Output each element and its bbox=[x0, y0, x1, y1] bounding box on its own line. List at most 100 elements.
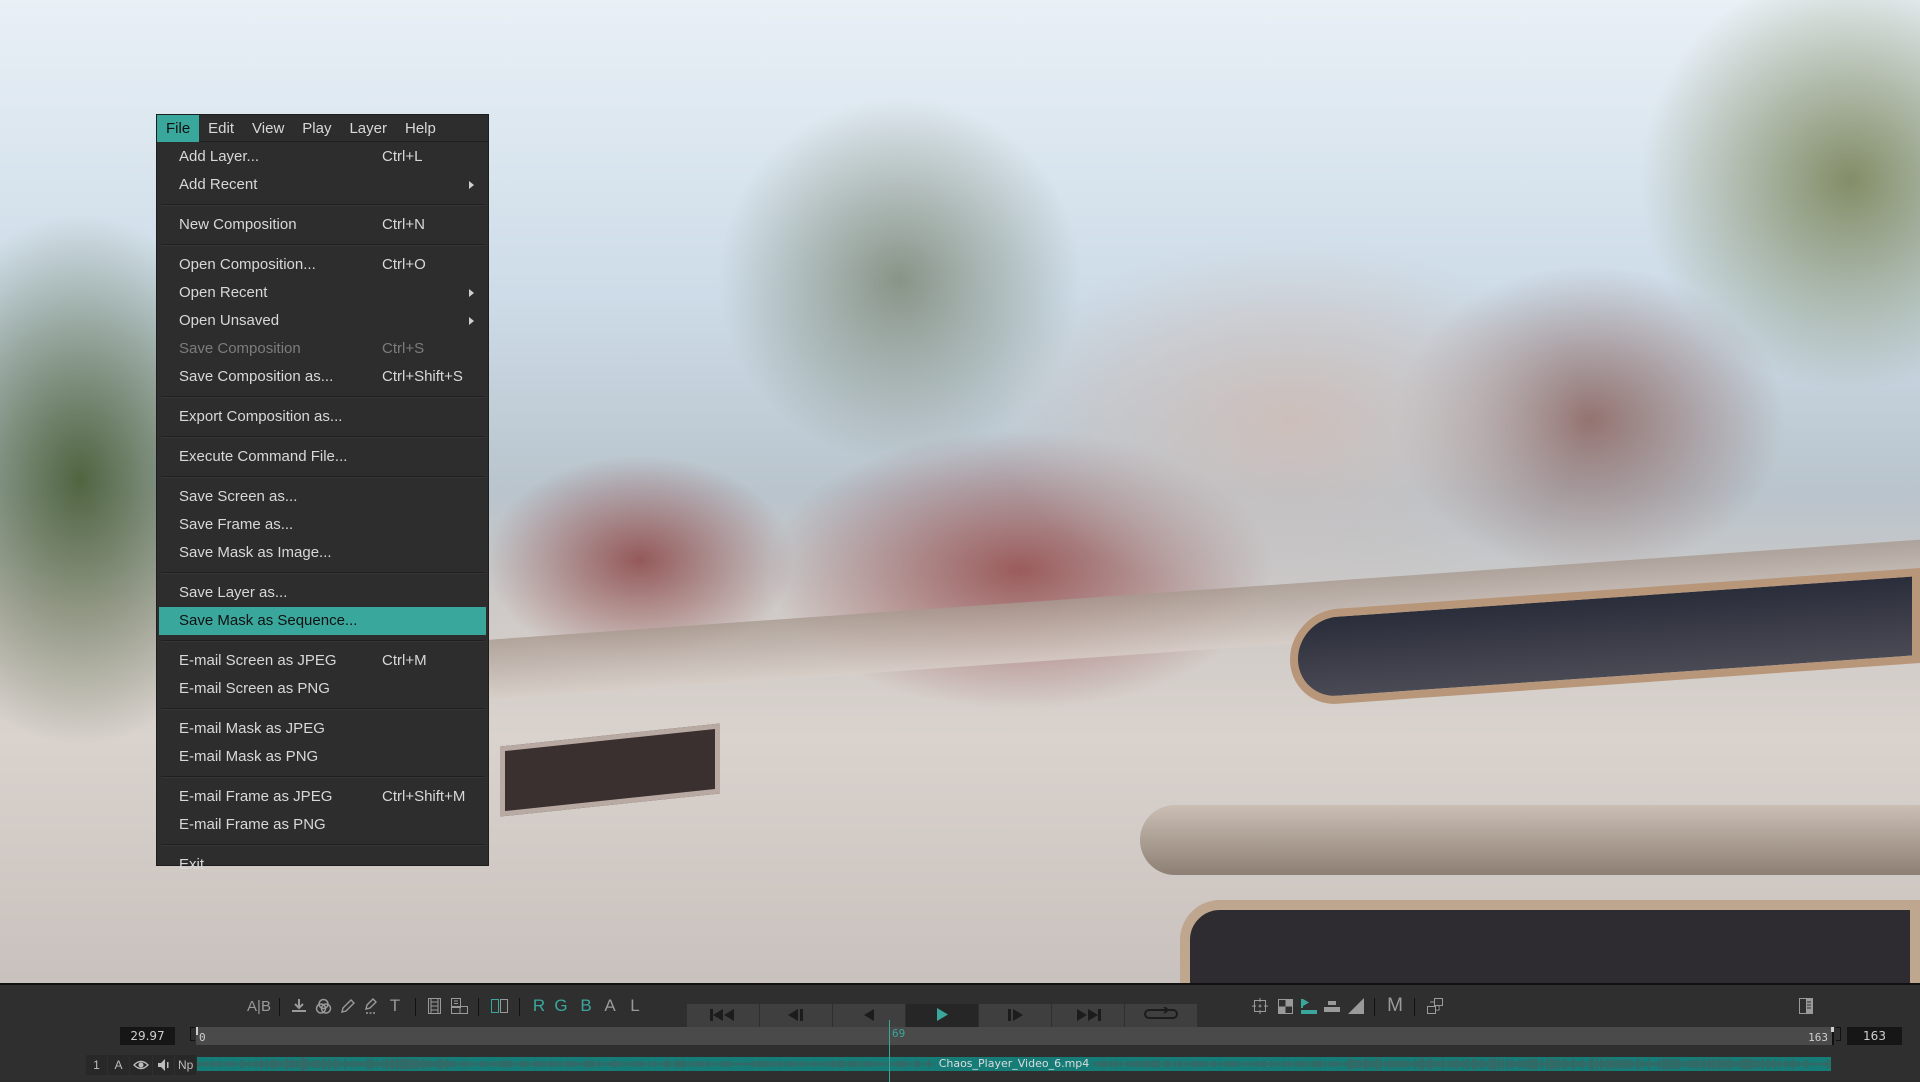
step-back-icon bbox=[787, 1008, 805, 1025]
layer-track[interactable]: Chaos_Player_Video_6.mp4 bbox=[197, 1057, 1831, 1071]
end-frame-label: 163 bbox=[1808, 1031, 1828, 1044]
layers-bar-icon[interactable] bbox=[1322, 991, 1342, 1021]
menu-item-add-recent[interactable]: Add Recent bbox=[157, 171, 488, 199]
play-button[interactable] bbox=[906, 1004, 978, 1028]
step-back-button[interactable] bbox=[760, 1004, 832, 1028]
loop-button[interactable] bbox=[1125, 1004, 1197, 1028]
loop-icon bbox=[1144, 1006, 1178, 1025]
menu-item-e-mail-frame-as-png[interactable]: E-mail Frame as PNG bbox=[157, 811, 488, 839]
car-vent bbox=[500, 723, 720, 817]
menu-item-label: E-mail Frame as JPEG bbox=[179, 788, 333, 805]
safe-area-icon[interactable] bbox=[1250, 991, 1270, 1021]
menu-item-label: Add Layer... bbox=[179, 148, 260, 165]
menu-item-save-mask-as-image[interactable]: Save Mask as Image... bbox=[157, 539, 488, 567]
network-sync-icon[interactable] bbox=[1424, 991, 1446, 1021]
ab-compare-button[interactable]: A|B bbox=[246, 991, 272, 1021]
menu-item-shortcut: Ctrl+S bbox=[382, 340, 425, 357]
menu-item-label: E-mail Screen as JPEG bbox=[179, 652, 337, 669]
menu-item-e-mail-screen-as-jpeg[interactable]: E-mail Screen as JPEG Ctrl+M bbox=[157, 647, 488, 675]
car-trim bbox=[1140, 805, 1920, 875]
play-reverse-button[interactable] bbox=[833, 1004, 905, 1028]
menu-item-exit[interactable]: Exit bbox=[157, 851, 488, 879]
menu-item-e-mail-mask-as-png[interactable]: E-mail Mask as PNG bbox=[157, 743, 488, 771]
menu-separator bbox=[161, 396, 484, 398]
menu-item-execute-command-file[interactable]: Execute Command File... bbox=[157, 443, 488, 471]
menu-item-label: Save Frame as... bbox=[179, 516, 294, 533]
current-frame-label: 69 bbox=[892, 1027, 906, 1040]
menubar-layer[interactable]: Layer bbox=[340, 115, 396, 142]
menu-item-add-layer[interactable]: Add Layer... Ctrl+L bbox=[157, 143, 488, 171]
menu-item-e-mail-mask-as-jpeg[interactable]: E-mail Mask as JPEG bbox=[157, 715, 488, 743]
menu-item-shortcut: Ctrl+Shift+S bbox=[382, 368, 463, 385]
end-marker-tick bbox=[1831, 1027, 1834, 1032]
pencil-icon[interactable] bbox=[338, 991, 356, 1021]
menubar-help[interactable]: Help bbox=[396, 115, 445, 142]
m-button[interactable]: M bbox=[1384, 991, 1406, 1021]
timeline-scrubber[interactable]: 0 163 bbox=[196, 1027, 1834, 1045]
menubar-file[interactable]: File bbox=[157, 114, 200, 142]
step-forward-button[interactable] bbox=[979, 1004, 1051, 1028]
toolbar-divider bbox=[519, 998, 520, 1016]
submenu-arrow-icon bbox=[469, 181, 474, 189]
menu-item-open-composition[interactable]: Open Composition... Ctrl+O bbox=[157, 251, 488, 279]
layout-icon[interactable] bbox=[449, 991, 469, 1021]
toolbar-divider bbox=[415, 998, 416, 1016]
menu-item-save-layer-as[interactable]: Save Layer as... bbox=[157, 579, 488, 607]
last-frame-button[interactable] bbox=[1052, 1004, 1124, 1028]
menubar-play[interactable]: Play bbox=[293, 115, 340, 142]
film-strip-icon[interactable] bbox=[425, 991, 443, 1021]
visibility-toggle[interactable] bbox=[130, 1055, 152, 1075]
file-menu-dropdown: File Edit View Play Layer Help Add Layer... Ct… bbox=[156, 114, 489, 873]
menu-item-label: Save Layer as... bbox=[179, 584, 288, 601]
text-tool-button[interactable]: T bbox=[386, 991, 404, 1021]
menu-item-e-mail-screen-as-png[interactable]: E-mail Screen as PNG bbox=[157, 675, 488, 703]
panel-toggle-icon[interactable] bbox=[1795, 991, 1817, 1021]
end-frame-field[interactable]: 163 bbox=[1847, 1027, 1902, 1045]
playhead[interactable] bbox=[889, 1020, 890, 1082]
car-lower-window bbox=[1180, 900, 1920, 983]
menu-item-label: Open Composition... bbox=[179, 256, 316, 273]
menu-item-label: Save Composition as... bbox=[179, 368, 334, 385]
first-frame-button[interactable] bbox=[687, 1004, 759, 1028]
menu-item-new-composition[interactable]: New Composition Ctrl+N bbox=[157, 211, 488, 239]
download-icon[interactable] bbox=[289, 991, 309, 1021]
menubar-edit[interactable]: Edit bbox=[199, 115, 243, 142]
fps-field[interactable]: 29.97 bbox=[120, 1027, 175, 1045]
channel-a-button[interactable]: A bbox=[601, 991, 619, 1021]
menu-item-label: Save Mask as Image... bbox=[179, 544, 332, 561]
layer-a-toggle[interactable]: A bbox=[108, 1055, 129, 1075]
menu-item-label: E-mail Mask as PNG bbox=[179, 748, 319, 765]
range-start-bracket[interactable] bbox=[190, 1027, 195, 1041]
gamma-ramp-icon[interactable] bbox=[1346, 991, 1366, 1021]
color-wheel-icon[interactable] bbox=[313, 991, 333, 1021]
menu-item-save-frame-as[interactable]: Save Frame as... bbox=[157, 511, 488, 539]
menu-item-e-mail-frame-as-jpeg[interactable]: E-mail Frame as JPEG Ctrl+Shift+M bbox=[157, 783, 488, 811]
menubar: File Edit View Play Layer Help bbox=[157, 114, 488, 142]
menu-item-label: Add Recent bbox=[179, 176, 258, 193]
pencil-dotted-icon[interactable] bbox=[362, 991, 380, 1021]
menu-item-open-recent[interactable]: Open Recent bbox=[157, 279, 488, 307]
channel-g-button[interactable]: G bbox=[552, 991, 570, 1021]
timeline-mode-icon[interactable] bbox=[1299, 991, 1319, 1021]
last-frame-icon bbox=[1075, 1008, 1101, 1025]
checkerboard-icon[interactable] bbox=[1275, 991, 1295, 1021]
toolbar-divider bbox=[279, 998, 280, 1016]
audio-toggle[interactable] bbox=[153, 1055, 174, 1075]
layer-index: 1 bbox=[86, 1055, 107, 1075]
range-end-bracket[interactable] bbox=[1836, 1027, 1841, 1041]
menu-item-save-mask-as-sequence[interactable]: Save Mask as Sequence... bbox=[159, 607, 486, 635]
channel-l-button[interactable]: L bbox=[626, 991, 644, 1021]
menu-item-label: Save Composition bbox=[179, 340, 301, 357]
menu-item-open-unsaved[interactable]: Open Unsaved bbox=[157, 307, 488, 335]
channel-r-button[interactable]: R bbox=[530, 991, 548, 1021]
menu-item-save-screen-as[interactable]: Save Screen as... bbox=[157, 483, 488, 511]
menu-item-shortcut: Ctrl+N bbox=[382, 216, 425, 233]
menu-item-shortcut: Ctrl+Shift+M bbox=[382, 788, 466, 805]
split-view-icon[interactable] bbox=[488, 991, 510, 1021]
start-marker[interactable] bbox=[196, 1027, 198, 1035]
menubar-view[interactable]: View bbox=[243, 115, 293, 142]
menu-item-save-composition-as[interactable]: Save Composition as... Ctrl+Shift+S bbox=[157, 363, 488, 391]
np-toggle[interactable]: Np bbox=[175, 1055, 197, 1075]
channel-b-button[interactable]: B bbox=[577, 991, 595, 1021]
menu-item-export-composition-as[interactable]: Export Composition as... bbox=[157, 403, 488, 431]
